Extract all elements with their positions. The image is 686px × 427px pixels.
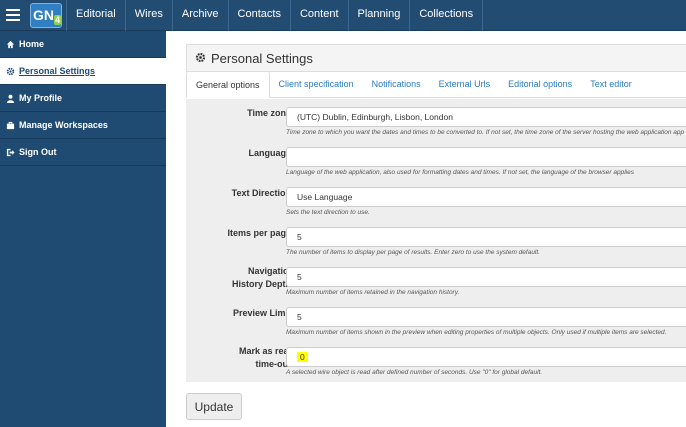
items-per-page-label: Items per page: (227, 228, 294, 238)
language-select[interactable] (286, 147, 686, 167)
sidebar-item-label: Personal Settings (19, 65, 96, 76)
items-per-page-input[interactable]: 5 (286, 227, 686, 247)
sidebar-item-personal-settings[interactable]: Personal Settings (0, 58, 166, 85)
settings-tabs: General options Client specification Not… (186, 71, 686, 98)
sidebar-item-manage-workspaces[interactable]: Manage Workspaces (0, 112, 166, 139)
update-button[interactable]: Update (186, 393, 242, 420)
briefcase-icon (6, 121, 15, 129)
gear-icon (195, 52, 206, 63)
mark-read-value: 0 (297, 352, 308, 362)
main-nav: Editorial Wires Archive Contacts Content… (66, 0, 484, 31)
mark-read-hint: A selected wire object is read after def… (286, 369, 543, 376)
preview-limit-label: Preview Limit: (232, 308, 294, 318)
nav-planning[interactable]: Planning (347, 0, 410, 31)
text-direction-label: Text Direction: (231, 188, 294, 198)
home-icon (6, 40, 15, 48)
sidebar-item-home[interactable]: Home (0, 31, 166, 58)
tab-general-options[interactable]: General options (186, 71, 270, 98)
nav-contacts[interactable]: Contacts (227, 0, 290, 31)
gn4-logo[interactable]: GN4 (30, 3, 62, 28)
general-options-form: Time zone: (UTC) Dublin, Edinburgh, Lisb… (186, 99, 686, 382)
tab-client-specification[interactable]: Client specification (270, 71, 363, 98)
top-navbar: GN4 Editorial Wires Archive Contacts Con… (0, 0, 686, 31)
main-content: Personal Settings General options Client… (166, 31, 686, 427)
tab-notifications[interactable]: Notifications (363, 71, 430, 98)
language-hint: Language of the web application, also us… (286, 169, 634, 176)
nav-wires[interactable]: Wires (124, 0, 172, 31)
page-title: Personal Settings (211, 51, 313, 66)
nav-collections[interactable]: Collections (409, 0, 484, 31)
nav-history-hint: Maximum number of items retained in the … (286, 289, 460, 296)
sidebar-item-my-profile[interactable]: My Profile (0, 85, 166, 112)
tab-text-editor[interactable]: Text editor (581, 71, 641, 98)
logo-text: GN (33, 7, 54, 23)
nav-history-input[interactable]: 5 (286, 267, 686, 287)
sidebar: Home Personal Settings My Profile Manage… (0, 31, 166, 427)
sign-out-icon (6, 148, 15, 156)
sidebar-item-sign-out[interactable]: Sign Out (0, 139, 166, 166)
hamburger-menu-icon[interactable] (6, 9, 20, 21)
nav-archive[interactable]: Archive (171, 0, 228, 31)
text-direction-select[interactable]: Use Language (286, 187, 686, 207)
tab-external-urls[interactable]: External Urls (430, 71, 500, 98)
mark-read-input[interactable]: 0 (286, 347, 686, 367)
gear-icon (6, 67, 15, 75)
items-per-page-hint: The number of items to display per page … (286, 249, 540, 256)
nav-editorial[interactable]: Editorial (66, 0, 125, 31)
nav-history-label-line2: History Depth: (231, 279, 294, 289)
panel-header: Personal Settings (186, 44, 686, 72)
nav-history-label: Navigation History Depth: (232, 265, 294, 291)
sidebar-item-label: Manage Workspaces (19, 119, 108, 130)
sidebar-item-label: Sign Out (19, 146, 57, 157)
sidebar-item-label: My Profile (19, 92, 63, 103)
timezone-hint: Time zone to which you want the dates an… (286, 129, 685, 136)
tab-editorial-options[interactable]: Editorial options (499, 71, 581, 98)
preview-limit-input[interactable]: 5 (286, 307, 686, 327)
timezone-select[interactable]: (UTC) Dublin, Edinburgh, Lisbon, London (286, 107, 686, 127)
sidebar-item-label: Home (19, 38, 45, 49)
user-icon (6, 94, 15, 103)
text-direction-hint: Sets the text direction to use. (286, 209, 370, 216)
nav-content[interactable]: Content (289, 0, 348, 31)
logo-badge: 4 (54, 15, 62, 25)
preview-limit-hint: Maximum number of items shown in the pre… (286, 329, 667, 336)
